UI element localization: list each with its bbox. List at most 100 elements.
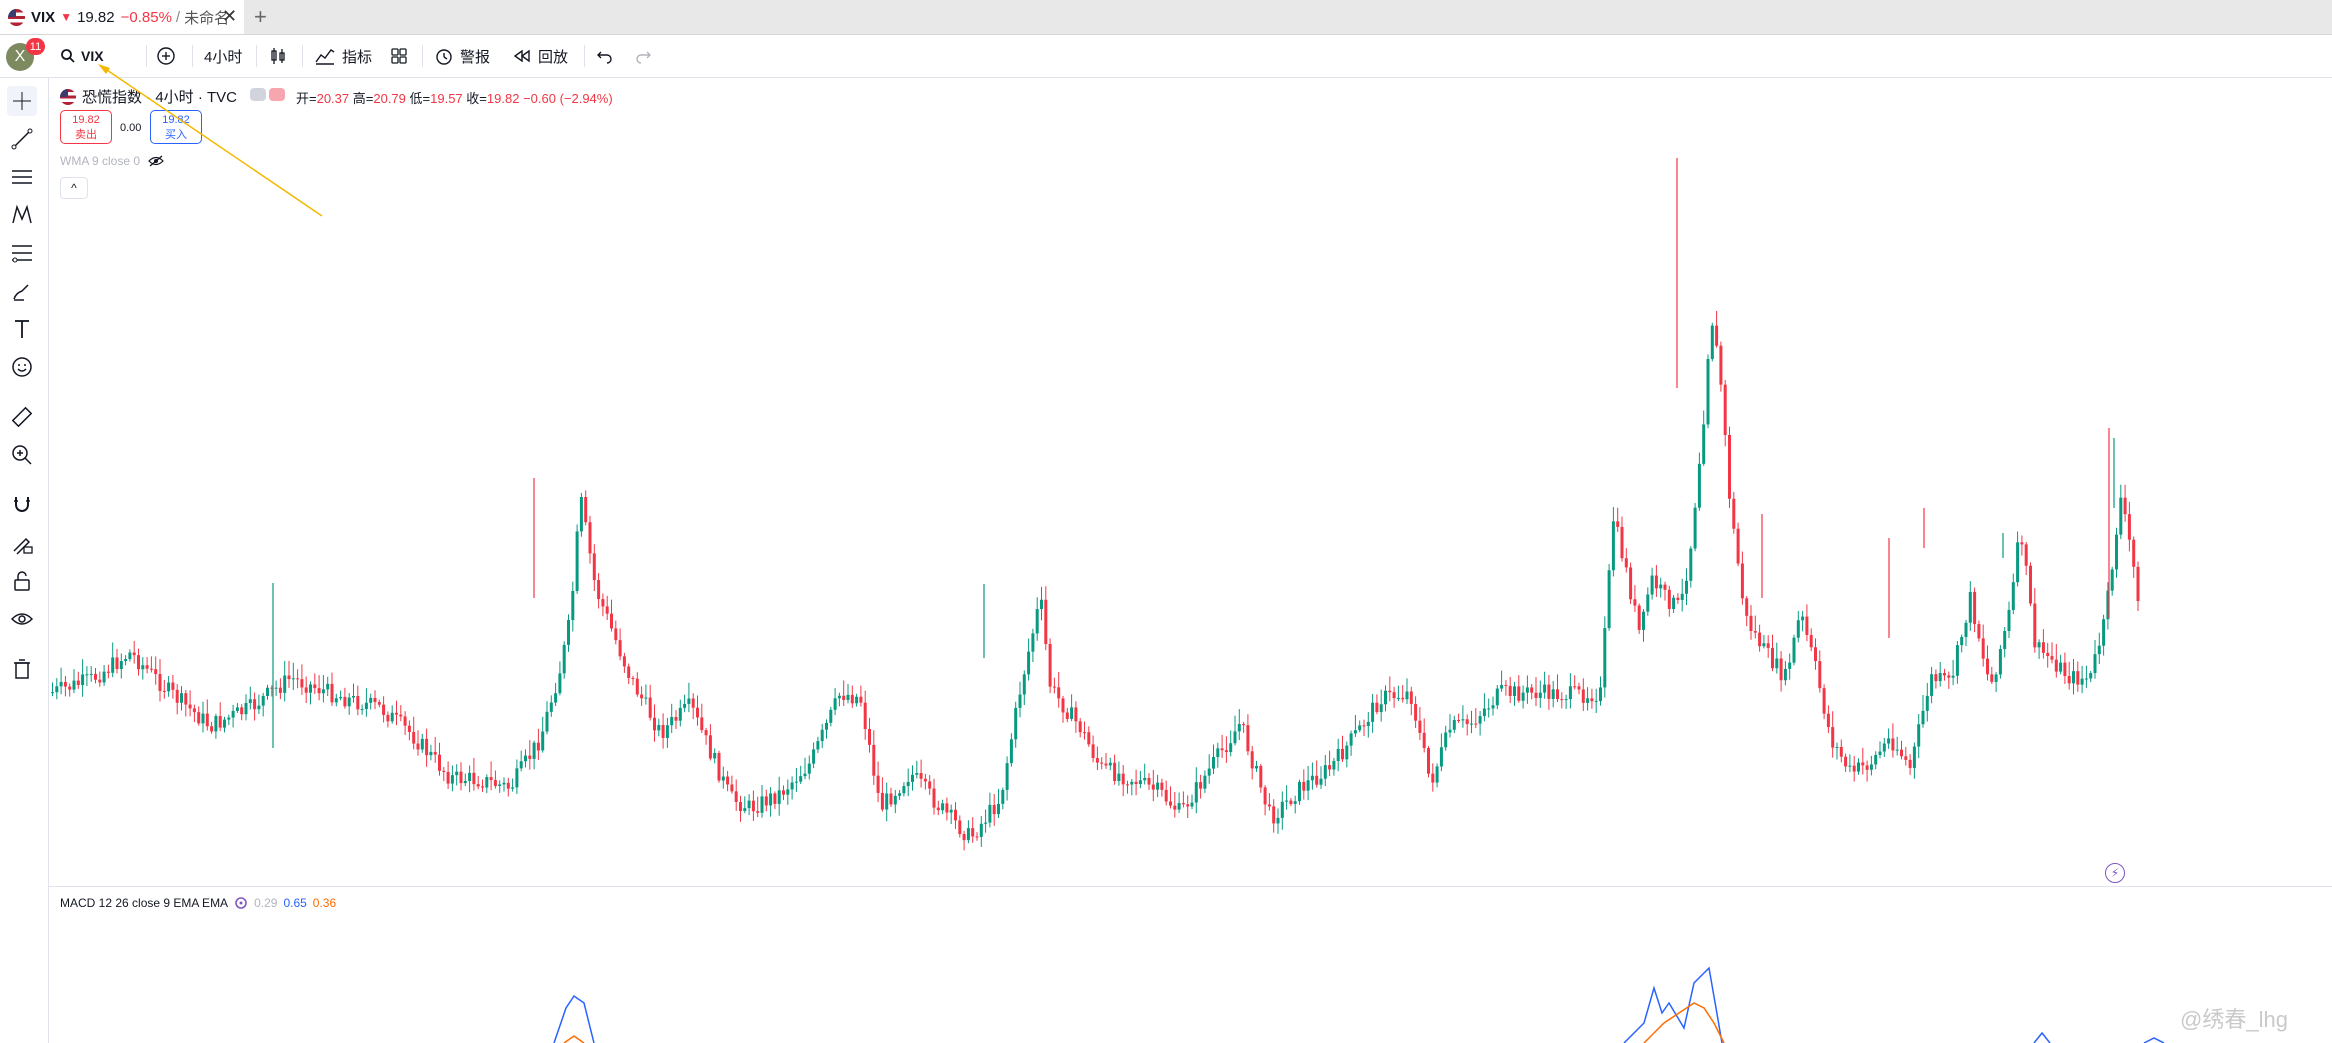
candle-body <box>579 496 583 532</box>
candle-body <box>554 693 558 703</box>
chart-type-button[interactable] <box>268 35 288 77</box>
collapse-legend-icon[interactable] <box>250 88 266 101</box>
candle-body <box>889 793 893 805</box>
candle-body <box>1035 609 1039 634</box>
candle-body <box>68 686 72 690</box>
interval-button[interactable]: 4小时 <box>204 35 242 77</box>
candle-body <box>1925 695 1929 711</box>
pattern-icon[interactable] <box>7 200 37 230</box>
candle-body <box>472 772 476 785</box>
close-icon[interactable]: ✕ <box>222 6 237 27</box>
zoom-in-icon[interactable] <box>7 440 37 470</box>
candle-body <box>1874 755 1878 765</box>
candle-body <box>360 709 364 711</box>
candle-body <box>2046 652 2050 657</box>
emoji-icon[interactable] <box>7 352 37 382</box>
buy-button[interactable]: 19.82 买入 <box>150 110 202 144</box>
pane-separator[interactable] <box>49 886 2332 887</box>
candle-body <box>1100 762 1104 764</box>
lightning-icon[interactable]: ⚡ <box>2105 863 2125 883</box>
candle-body <box>2007 609 2011 632</box>
candle-body <box>2115 534 2118 570</box>
candle-body <box>1732 498 1736 529</box>
candle-body <box>1104 763 1108 766</box>
fib-icon[interactable] <box>7 238 37 268</box>
eye-icon[interactable] <box>7 604 37 634</box>
candle-body <box>493 780 497 787</box>
candle-body <box>816 741 820 750</box>
candle-body <box>661 725 665 738</box>
horizontal-lines-icon[interactable] <box>7 162 37 192</box>
trash-icon[interactable] <box>7 654 37 684</box>
undo-button[interactable] <box>596 35 614 77</box>
candle-body <box>829 709 833 723</box>
refresh-icon[interactable] <box>234 896 248 910</box>
candle-body <box>1586 698 1590 703</box>
candle-body <box>1212 757 1215 769</box>
symbol-search-button[interactable]: VIX <box>60 35 104 77</box>
price-chart[interactable] <box>49 78 2332 1043</box>
candle-body <box>1504 684 1508 686</box>
candle-body <box>231 710 235 718</box>
alerts-button[interactable]: 警报 <box>434 35 490 77</box>
indicators-button[interactable]: 指标 <box>314 35 372 77</box>
buy-price: 19.82 <box>162 114 190 126</box>
candle-body <box>1715 325 1719 346</box>
lock-icon[interactable] <box>7 566 37 596</box>
candle-body <box>1607 570 1611 629</box>
candle-body <box>1362 725 1366 727</box>
candle-body <box>1310 775 1314 781</box>
candle-body <box>240 707 244 715</box>
cross-icon[interactable] <box>7 86 37 116</box>
eye-hidden-icon[interactable] <box>148 155 164 167</box>
wma-indicator-legend[interactable]: WMA 9 close 0 <box>60 154 164 168</box>
market-status-icon[interactable] <box>269 88 285 101</box>
candle-body <box>2024 544 2028 566</box>
candle-body <box>412 731 416 744</box>
layouts-button[interactable] <box>390 35 408 77</box>
candle-body <box>2054 659 2058 672</box>
candle-body <box>1796 620 1800 638</box>
new-tab-button[interactable]: + <box>254 4 267 30</box>
macd-legend[interactable]: MACD 12 26 close 9 EMA EMA 0.29 0.65 0.3… <box>60 896 336 910</box>
legend-toggles[interactable] <box>250 88 285 101</box>
candle-body <box>511 787 515 789</box>
redo-button[interactable] <box>634 35 652 77</box>
candle-body <box>842 695 846 700</box>
signal-line <box>1643 1002 1725 1043</box>
candle-body <box>55 686 59 693</box>
macd-line-value: 0.65 <box>283 896 307 910</box>
candle-body <box>1758 632 1762 647</box>
candle-body <box>536 742 540 751</box>
candle-body <box>214 716 218 732</box>
candle-body <box>2110 569 2114 591</box>
candle-body <box>1061 698 1065 713</box>
replay-button[interactable]: 回放 <box>512 35 568 77</box>
symbol-title[interactable]: 恐慌指数 · 4小时 · TVC <box>82 86 237 107</box>
candle-body <box>1659 584 1663 589</box>
candle-body <box>558 673 562 694</box>
candle-body <box>1151 784 1155 790</box>
lock-pencil-icon[interactable] <box>7 528 37 558</box>
compare-button[interactable] <box>156 35 176 77</box>
collapse-indicators-button[interactable]: ^ <box>60 177 88 199</box>
sell-button[interactable]: 19.82 卖出 <box>60 110 112 144</box>
macd-line <box>2143 1037 2165 1043</box>
text-icon[interactable] <box>7 314 37 344</box>
candle-body <box>1186 804 1190 807</box>
candle-body <box>1861 762 1865 766</box>
candle-body <box>1672 597 1676 609</box>
trend-line-icon[interactable] <box>7 124 37 154</box>
candle-body <box>1955 645 1959 676</box>
ruler-icon[interactable] <box>7 402 37 432</box>
brush-icon[interactable] <box>7 276 37 306</box>
candle-body <box>691 698 695 708</box>
candle-body <box>1848 765 1852 767</box>
magnet-icon[interactable] <box>7 490 37 520</box>
candle-body <box>407 725 411 732</box>
drawing-toolbar <box>0 78 49 1043</box>
chart-tab[interactable]: VIX ▼ 19.82 −0.85% / 未命名 ✕ <box>0 0 244 34</box>
tab-price: 19.82 <box>77 8 115 26</box>
candle-body <box>1642 611 1645 630</box>
candle-body <box>1603 628 1607 688</box>
